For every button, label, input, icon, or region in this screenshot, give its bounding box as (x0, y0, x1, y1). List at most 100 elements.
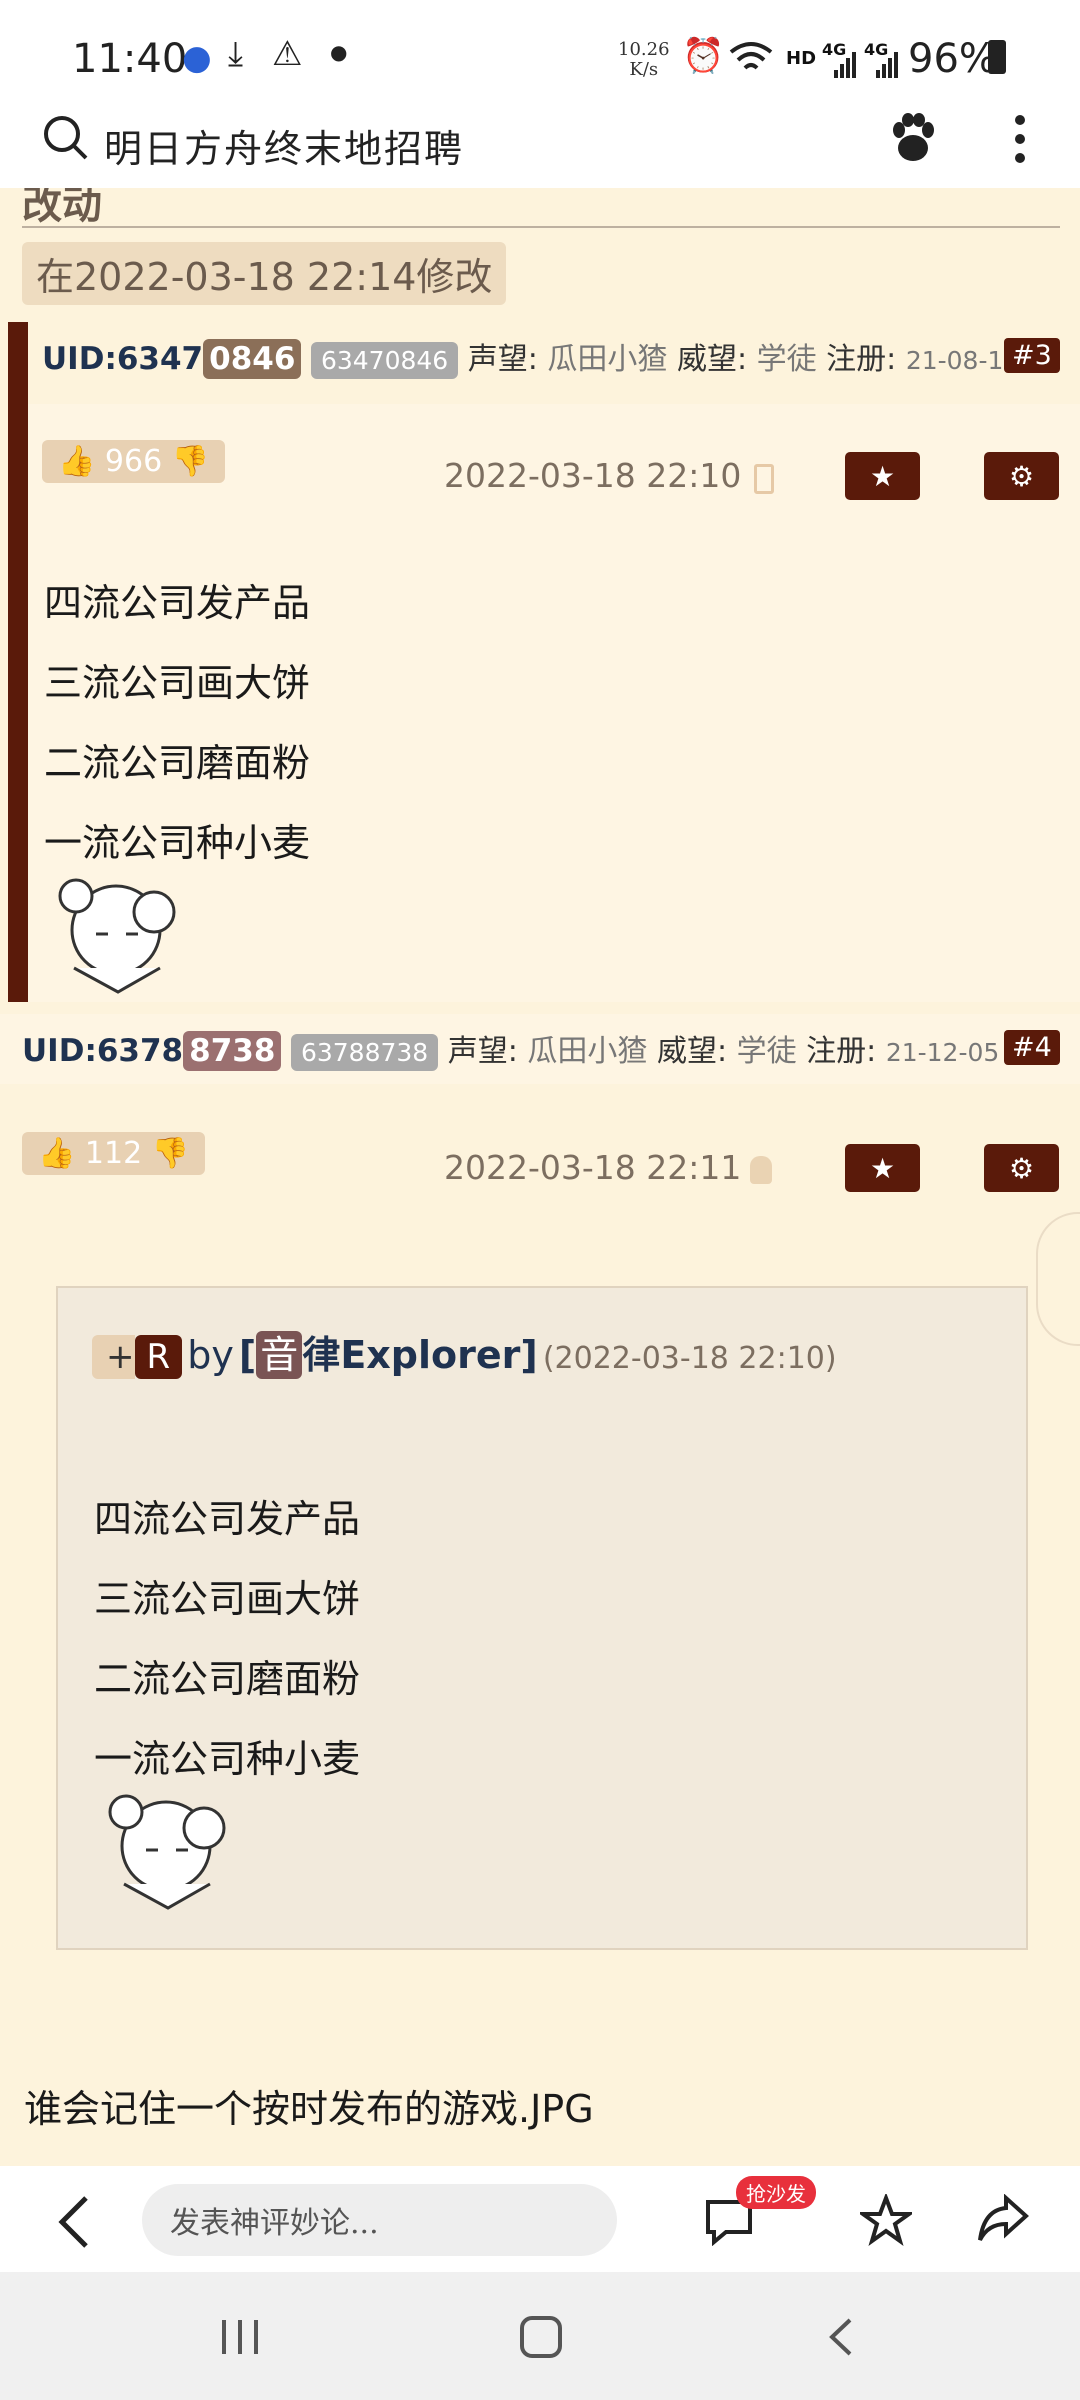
like-widget[interactable]: 👍 966 👎 (42, 440, 226, 483)
post-3-body: 四流公司发产品 三流公司画大饼 二流公司磨面粉 一流公司种小麦 (44, 572, 310, 892)
system-nav-bar (0, 2272, 1080, 2400)
quote-bracket-open: [ (238, 1333, 257, 1377)
home-icon[interactable] (518, 2314, 564, 2360)
post-line: 四流公司发产品 (44, 581, 311, 625)
star-button[interactable]: ★ (845, 452, 920, 500)
hd-label: HD (786, 48, 817, 69)
dot-icon: ● (330, 40, 348, 64)
like-widget[interactable]: 👍 112 👎 (22, 1132, 206, 1175)
recents-icon[interactable] (218, 2316, 262, 2356)
settings-button[interactable]: ⚙ (984, 452, 1059, 500)
prestige-val: 学徒 (736, 1034, 797, 1069)
quote-by: by (187, 1333, 234, 1377)
more-icon[interactable] (1012, 114, 1028, 164)
prestige-key: 威望: (676, 342, 748, 377)
rep-val: 瓜田小猹 (547, 342, 668, 377)
comment-placeholder: 发表神评妙论... (170, 2206, 379, 2241)
battery-icon (988, 40, 1006, 74)
wifi-icon (729, 42, 773, 70)
divider (22, 226, 1060, 228)
post-accent-bar (8, 322, 28, 1002)
quote-time: (2022-03-18 22:10) (542, 1341, 837, 1376)
star-icon: ★ (869, 1151, 896, 1185)
edit-note: 在2022-03-18 22:14修改 (22, 242, 507, 305)
search-icon[interactable] (42, 114, 90, 162)
floor-badge[interactable]: #3 (1004, 338, 1060, 373)
gear-icon: ⚙ (1008, 1151, 1035, 1185)
like-count: 966 (104, 444, 163, 479)
floor-badge[interactable]: #4 (1004, 1030, 1060, 1065)
uid-prefix[interactable]: UID:6347 (42, 341, 203, 377)
rep-key: 声望: (467, 342, 538, 377)
thumbs-up-icon[interactable]: 👍 (38, 1136, 75, 1171)
thumbs-down-icon[interactable]: 👎 (172, 444, 209, 479)
post-3-header: UID:6347 0846 63470846 声望: 瓜田小猹 威望: 学徒 注册… (42, 334, 1020, 379)
floating-edge-handle[interactable] (1036, 1212, 1080, 1346)
download-icon: ⤓ (228, 34, 244, 74)
post-date: 2022-03-18 22:10 (444, 456, 742, 495)
baidu-paw-status-icon: ● (182, 38, 212, 78)
quote-line: 二流公司磨面粉 (94, 1657, 361, 1701)
comment-input[interactable]: 发表神评妙论... (142, 2184, 617, 2256)
star-outline-icon[interactable] (860, 2194, 912, 2246)
author-name[interactable]: 律Explorer (302, 1333, 520, 1377)
back-icon[interactable] (56, 2194, 92, 2250)
share-icon[interactable] (976, 2194, 1030, 2244)
uid-highlight[interactable]: 8738 (183, 1031, 282, 1071)
uid-prefix[interactable]: UID:6378 (22, 1033, 183, 1069)
reg-val: 21-12-05 (885, 1038, 1000, 1067)
settings-button[interactable]: ⚙ (984, 1144, 1059, 1192)
thumbs-up-icon[interactable]: 👍 (58, 444, 95, 479)
like-count: 112 (84, 1136, 143, 1171)
star-icon: ★ (869, 459, 896, 493)
net-speed-value: 10.26 (618, 39, 670, 60)
signal-1-icon (834, 52, 856, 78)
uid-highlight[interactable]: 0846 (203, 339, 302, 379)
phone-icon (754, 464, 774, 494)
nav-back-icon[interactable] (826, 2316, 854, 2358)
reg-key: 注册: (806, 1034, 877, 1069)
network-speed: 10.26 K/s (618, 40, 670, 80)
bottom-action-bar: 发表神评妙论... 抢沙发 (0, 2166, 1080, 2272)
reg-key: 注册: (826, 342, 897, 377)
quote-line: 三流公司画大饼 (94, 1577, 361, 1621)
post-date: 2022-03-18 22:11 (444, 1148, 742, 1187)
net-speed-unit: K/s (629, 59, 659, 80)
author-first-char[interactable]: 音 (256, 1331, 303, 1379)
rep-key: 声望: (447, 1034, 518, 1069)
prestige-key: 威望: (656, 1034, 728, 1069)
search-query[interactable]: 明日方舟终末地招聘 (104, 118, 464, 173)
quote-plus[interactable]: + (92, 1335, 135, 1379)
rep-val: 瓜田小猹 (527, 1034, 648, 1069)
cut-heading: 改动 (22, 188, 102, 228)
prestige-val: 学徒 (756, 342, 817, 377)
alarm-icon: ⏰ (682, 36, 725, 76)
comment-badge: 抢沙发 (736, 2176, 816, 2209)
quote-line: 四流公司发产品 (94, 1497, 361, 1541)
quote-bracket-close: ] (520, 1333, 538, 1377)
signal-2-icon (876, 52, 898, 78)
clock: 11:40 (72, 36, 188, 82)
thumbs-down-icon[interactable]: 👎 (152, 1136, 189, 1171)
warning-icon: ⚠ (272, 34, 303, 74)
quote-box: + R by [音律Explorer] (2022-03-18 22:10) 四流… (56, 1286, 1028, 1950)
post-4-header: UID:6378 8738 63788738 声望: 瓜田小猹 威望: 学徒 注册… (22, 1026, 1000, 1071)
search-bar[interactable]: 明日方舟终末地招聘 (0, 110, 1080, 190)
sticker-image (58, 878, 176, 994)
thread-content[interactable]: 改动 在2022-03-18 22:14修改 UID:6347 0846 6347… (0, 188, 1080, 2166)
quote-body: 四流公司发产品 三流公司画大饼 二流公司磨面粉 一流公司种小麦 (94, 1488, 360, 1808)
battery-percent: 96% (908, 36, 997, 82)
reg-val: 21-08-10 (905, 346, 1020, 375)
star-button[interactable]: ★ (845, 1144, 920, 1192)
sticker-image (108, 1794, 226, 1910)
uid-full: 63470846 (310, 342, 459, 379)
post-line: 二流公司磨面粉 (44, 741, 311, 785)
quote-r[interactable]: R (134, 1335, 183, 1379)
quote-header: + R by [音律Explorer] (2022-03-18 22:10) (92, 1324, 837, 1379)
gear-icon: ⚙ (1008, 459, 1035, 493)
status-bar: 11:40 ● ⤓ ⚠ ● 10.26 K/s ⏰ HD 4G 4G 96% (0, 0, 1080, 110)
android-icon (750, 1156, 772, 1184)
baidu-paw-icon[interactable] (888, 112, 938, 164)
post-4-text: 谁会记住一个按时发布的游戏.JPG (24, 2087, 594, 2131)
post-line: 三流公司画大饼 (44, 661, 311, 705)
